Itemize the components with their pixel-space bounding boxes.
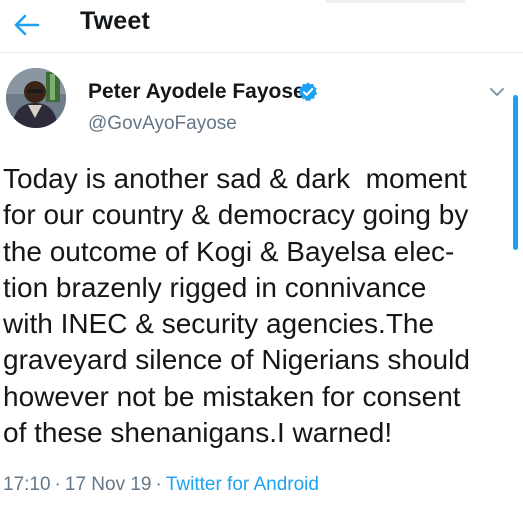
tweet-time: 17:10: [3, 474, 51, 495]
tweet-screen: Tweet Peter Ayodele Fayose @GovAyoFayose…: [0, 0, 523, 511]
back-button[interactable]: [8, 6, 46, 44]
arrow-left-icon: [14, 14, 40, 36]
author-name[interactable]: Peter Ayodele Fayose: [88, 80, 305, 104]
verified-badge-icon: [298, 82, 318, 102]
tweet-text-line: tion brazenly rigged in connivance: [3, 271, 427, 303]
tweet-text-line: with INEC & security agencies.The: [3, 308, 435, 340]
tweet-text-line: however not be mistaken for consent: [3, 380, 461, 412]
tweet-text-line: for our country & democracy going by: [3, 199, 469, 231]
tweet-text: Today is another sad & dark moment for o…: [3, 161, 508, 451]
author-handle[interactable]: @GovAyoFayose: [88, 113, 237, 135]
app-header: Tweet: [0, 0, 523, 53]
tweet-source-link[interactable]: Twitter for Android: [166, 474, 319, 495]
tweet-meta: 17:10 · 17 Nov 19 · Twitter for Android: [3, 474, 319, 496]
tweet-text-line: graveyard silence of Nigerians should: [3, 344, 470, 376]
scrollbar[interactable]: [513, 95, 518, 250]
tweet-text-line: Today is another sad & dark moment: [3, 163, 467, 194]
avatar[interactable]: [6, 68, 66, 128]
tweet-date[interactable]: 17 Nov 19: [65, 474, 152, 495]
tweet-menu-button[interactable]: [484, 80, 510, 104]
profile-photo: [6, 68, 66, 128]
header-divider-strip: [325, 0, 465, 3]
meta-separator: ·: [54, 474, 61, 495]
tweet-text-line: the outcome of Kogi & Bayelsa elec-: [3, 235, 455, 267]
tweet-text-line: of these shenanigans.I warned!: [3, 417, 393, 449]
chevron-down-icon: [490, 88, 504, 96]
meta-separator: ·: [155, 474, 162, 495]
page-title: Tweet: [80, 7, 150, 35]
